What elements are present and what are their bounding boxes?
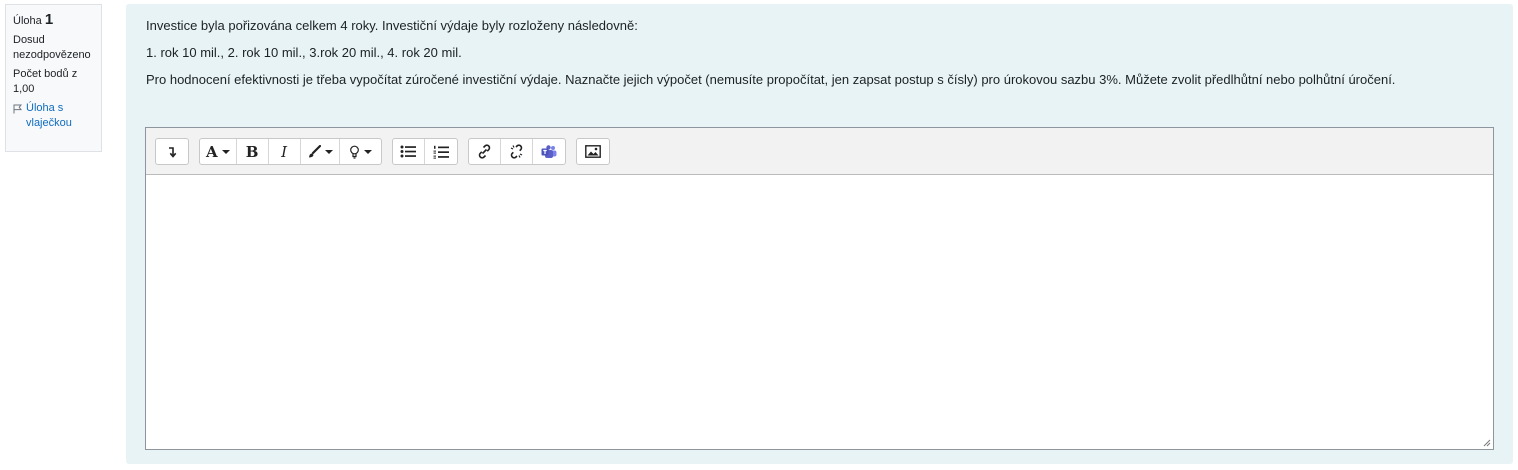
question-paragraph: Investice byla pořizována celkem 4 roky.… [146,18,638,33]
answer-text-area[interactable] [146,175,1493,449]
unordered-list-button[interactable] [393,139,425,164]
accessibility-dropdown[interactable] [340,139,381,164]
resize-handle-icon[interactable] [1481,437,1491,447]
link-icon [478,144,490,159]
toolbar-group-style: A B I [199,138,382,165]
editor-toolbar: A B I [146,128,1493,175]
chevron-down-icon [324,149,333,154]
question-number-line: Úloha 1 [13,12,94,29]
question-info-panel: Úloha 1 Dosud nezodpovězeno Počet bodů z… [5,4,102,152]
bold-button[interactable]: B [237,139,269,164]
unordered-list-icon [400,145,417,158]
font-glyph: A [206,142,218,161]
paintbrush-icon [308,144,321,157]
bold-glyph: B [245,142,259,161]
chevron-down-icon [363,149,372,154]
question-state: Dosud nezodpovězeno [13,34,91,61]
flag-outline-icon [13,104,22,114]
italic-glyph: I [281,142,288,161]
unlink-button[interactable] [501,139,533,164]
image-icon [584,145,601,158]
question-paragraph: 1. rok 10 mil., 2. rok 10 mil., 3.rok 20… [146,45,462,60]
unlink-icon [510,144,522,159]
question-grade: Počet bodů z 1,00 [13,68,78,95]
font-style-dropdown[interactable]: A [200,139,237,164]
collapse-button[interactable] [156,139,188,164]
ordered-list-icon [433,145,449,159]
image-button[interactable] [577,139,609,164]
question-label: Úloha [13,15,42,27]
style-dropdown[interactable] [301,139,340,164]
arrow-down-icon [169,146,177,158]
chevron-down-icon [221,149,230,154]
toolbar-group-links [467,138,566,165]
flag-question-label: Úloha s vlaječkou [26,102,72,129]
flag-question-link[interactable]: Úloha s vlaječkou [13,101,94,131]
teams-button[interactable] [533,139,565,164]
question-text: Investice byla pořizována celkem 4 roky.… [146,16,1486,97]
link-button[interactable] [469,139,501,164]
lightbulb-icon [349,145,359,159]
toolbar-group-collapse [155,138,189,165]
answer-editor: A B I [145,127,1494,450]
teams-icon [541,144,557,158]
question-number: 1 [44,11,54,28]
question-content: Investice byla pořizována celkem 4 roky.… [126,4,1513,464]
toolbar-group-media [575,138,610,165]
question-paragraph: Pro hodnocení efektivnosti je třeba vypo… [146,72,1396,87]
ordered-list-button[interactable] [425,139,457,164]
italic-button[interactable]: I [269,139,301,164]
toolbar-group-lists [391,138,458,165]
